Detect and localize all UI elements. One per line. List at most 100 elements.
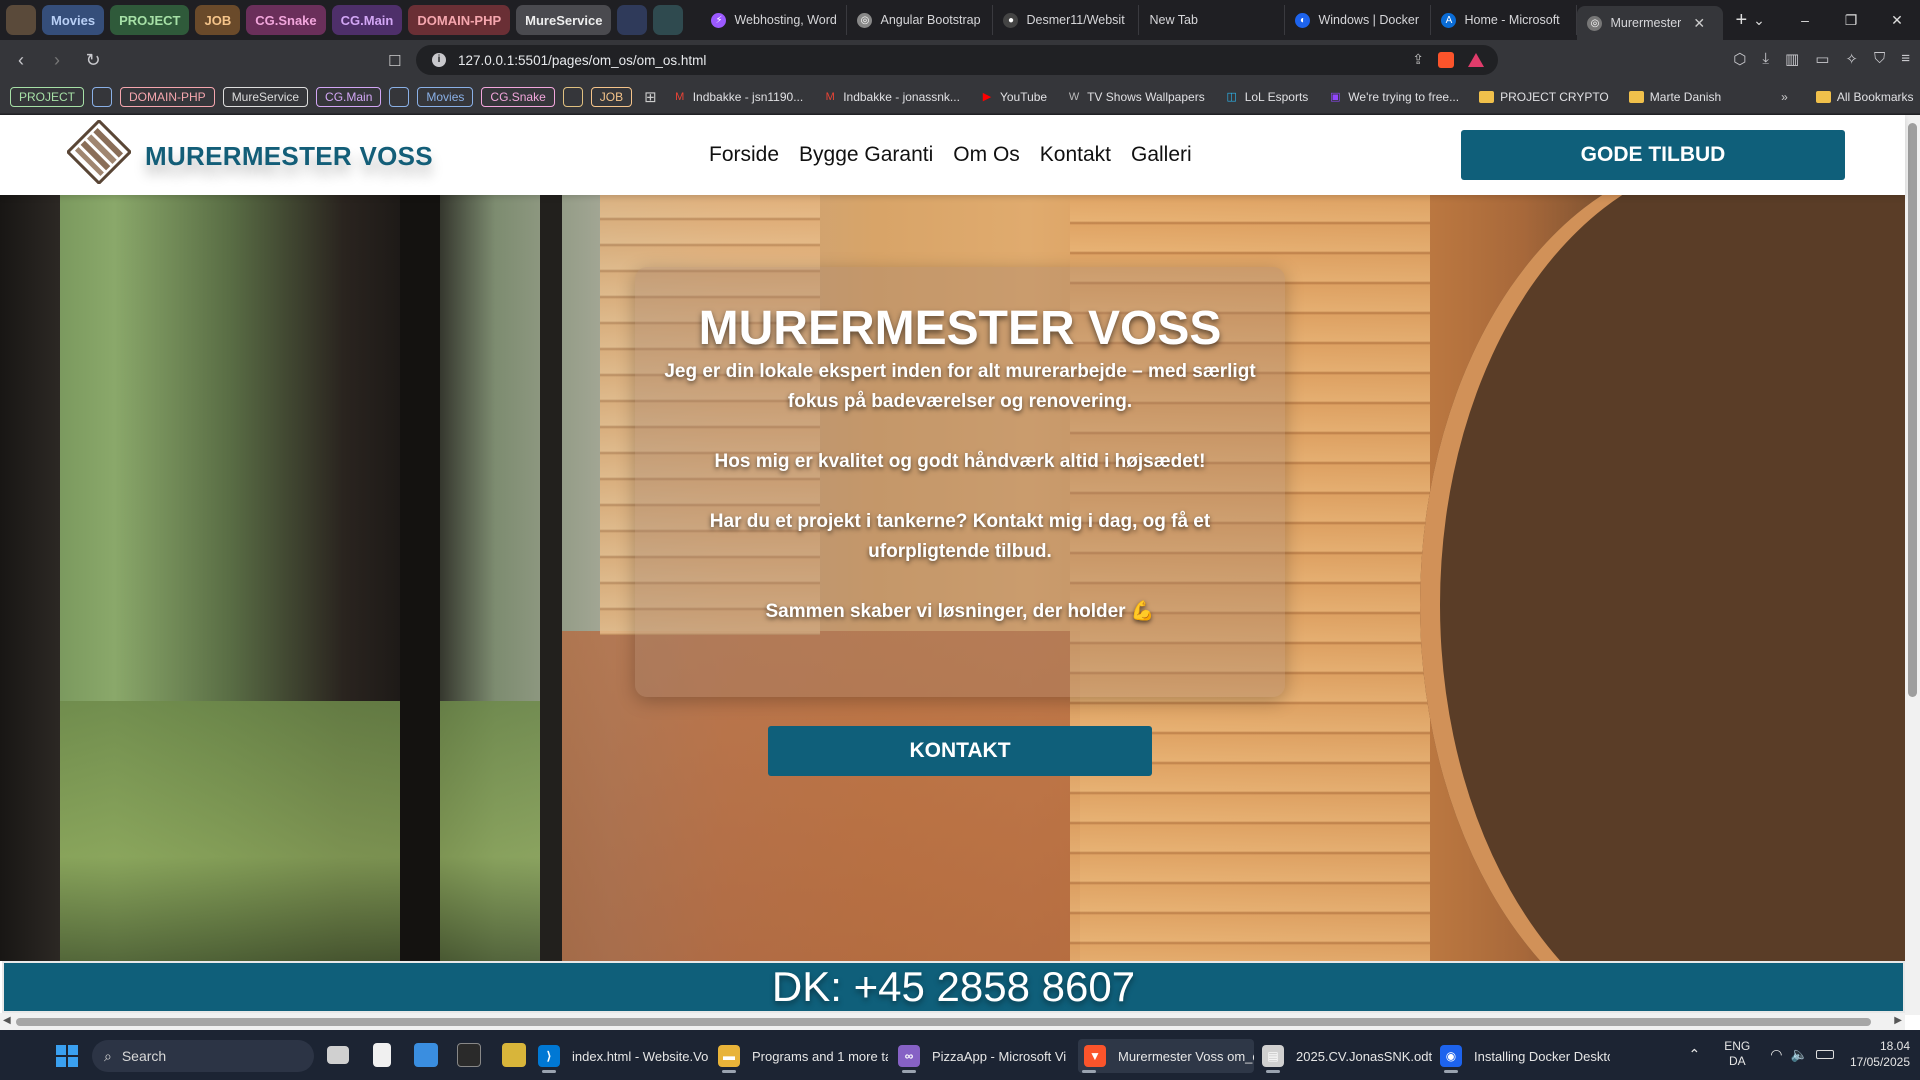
browser-tab[interactable]: ⚡ Webhosting, Word xyxy=(701,5,848,35)
bookmark-folder[interactable]: Marte Danish xyxy=(1628,90,1721,104)
bookmark-item[interactable]: ▶ YouTube xyxy=(980,90,1047,104)
clock-date: 17/05/2025 xyxy=(1849,1055,1910,1069)
volume-icon[interactable]: 🔈 xyxy=(1791,1046,1808,1063)
extensions-icon[interactable]: ⬡ xyxy=(1733,50,1746,68)
snipping-tool-icon[interactable] xyxy=(502,1043,526,1067)
taskbar-search[interactable]: ⌕ Search xyxy=(92,1040,314,1072)
minimize-button[interactable]: – xyxy=(1782,12,1828,28)
bookmark-favicon-icon: M xyxy=(675,90,685,103)
bookmark-group-chip[interactable] xyxy=(562,86,583,107)
all-bookmarks-folder[interactable]: All Bookmarks xyxy=(1815,90,1914,104)
bookmark-item[interactable]: ▣ We're trying to free... xyxy=(1328,90,1459,104)
bookmark-group-chip[interactable]: MureService xyxy=(222,86,309,107)
bookmark-group-chip[interactable]: PROJECT xyxy=(10,86,85,107)
bookmark-group-chip[interactable] xyxy=(389,86,410,107)
leo-ai-icon[interactable]: ✧ xyxy=(1845,50,1858,68)
taskbar-app[interactable]: ◉ Installing Docker Deskto xyxy=(1440,1039,1610,1073)
tab-group-chip[interactable]: MureService xyxy=(516,5,612,35)
tab-group-chip[interactable]: CG.Snake xyxy=(246,5,326,35)
show-hidden-icons-icon[interactable]: ⌃ xyxy=(1689,1046,1701,1063)
tab-group-chip[interactable] xyxy=(617,5,648,35)
bookmark-icon[interactable]: ☐ xyxy=(388,52,401,70)
apps-grid-icon[interactable]: ⊞ xyxy=(644,88,657,106)
reload-button[interactable]: ↻ xyxy=(78,50,108,71)
bookmarks-overflow-button[interactable]: » xyxy=(1781,90,1788,104)
brand-name[interactable]: MURERMESTER VOSS xyxy=(145,141,433,172)
scrollbar-thumb[interactable] xyxy=(1908,123,1917,697)
wifi-icon[interactable]: ◠ xyxy=(1770,1046,1782,1063)
forward-button[interactable]: › xyxy=(42,50,72,71)
task-view-icon[interactable] xyxy=(327,1046,349,1064)
close-window-button[interactable]: ✕ xyxy=(1874,12,1920,29)
windows-start-icon[interactable] xyxy=(56,1045,78,1067)
restore-button[interactable]: ❐ xyxy=(1828,12,1874,29)
offer-button[interactable]: GODE TILBUD xyxy=(1461,130,1845,180)
wallet-icon[interactable]: ▭ xyxy=(1815,50,1829,68)
bookmark-item[interactable]: ◫ LoL Esports xyxy=(1225,90,1309,104)
notepad-icon[interactable] xyxy=(373,1043,391,1067)
horizontal-scrollbar[interactable]: ◀ ▶ xyxy=(0,1013,1905,1030)
photos-icon[interactable] xyxy=(414,1043,438,1067)
battery-icon[interactable] xyxy=(1815,1049,1834,1059)
nav-link-om-os[interactable]: Om Os xyxy=(953,143,1020,167)
phone-number[interactable]: DK: +45 2858 8607 xyxy=(772,963,1135,1011)
tab-group-chip[interactable]: DOMAIN-PHP xyxy=(408,5,511,35)
brave-rewards-icon[interactable] xyxy=(1468,52,1484,67)
nav-link-forside[interactable]: Forside xyxy=(709,143,779,167)
bookmark-group-chip[interactable]: CG.Snake xyxy=(481,86,555,107)
scroll-left-arrow-icon[interactable]: ◀ xyxy=(3,1015,11,1026)
taskbar-app[interactable]: ▬ Programs and 1 more ta xyxy=(718,1039,888,1073)
taskbar-app[interactable]: ⟩ index.html - Website.Vo xyxy=(538,1039,708,1073)
bookmark-group-chip[interactable]: DOMAIN-PHP xyxy=(120,86,215,107)
window-controls: ⌄ – ❐ ✕ xyxy=(1736,0,1920,40)
browser-tab[interactable]: A Home - Microsoft xyxy=(1431,5,1578,35)
downloads-icon[interactable]: ⤓ xyxy=(1762,50,1769,68)
active-browser-tab[interactable]: ◎ Murermester ✕ xyxy=(1577,6,1724,40)
bookmark-group-chip[interactable]: JOB xyxy=(590,86,633,107)
browser-tab[interactable]: ● Desmer11/Websit xyxy=(993,5,1140,35)
bookmark-item[interactable]: M Indbakke - jonassnk... xyxy=(823,90,960,104)
nav-link-bygge-garanti[interactable]: Bygge Garanti xyxy=(799,143,933,167)
bookmark-folder[interactable]: PROJECT CRYPTO xyxy=(1479,90,1609,104)
tab-group-chip[interactable] xyxy=(653,5,684,35)
taskbar-app[interactable]: ∞ PizzaApp - Microsoft Vi xyxy=(898,1039,1068,1073)
running-indicator xyxy=(902,1070,916,1073)
bookmark-item[interactable]: W TV Shows Wallpapers xyxy=(1067,90,1205,104)
sidebar-icon[interactable]: ▥ xyxy=(1785,50,1799,68)
nav-link-kontakt[interactable]: Kontakt xyxy=(1040,143,1111,167)
vertical-scrollbar[interactable] xyxy=(1905,115,1920,1015)
tab-group-chip[interactable]: Movies xyxy=(42,5,105,35)
tab-group-chip[interactable]: JOB xyxy=(195,5,241,35)
browser-tab[interactable]: New Tab xyxy=(1139,5,1286,35)
bookmark-group-chip[interactable] xyxy=(92,86,113,107)
scroll-right-arrow-icon[interactable]: ▶ xyxy=(1894,1015,1902,1026)
address-bar[interactable]: i 127.0.0.1:5501/pages/om_os/om_os.html … xyxy=(416,45,1498,75)
taskbar-app[interactable]: ▼ Murermester Voss om_c xyxy=(1078,1039,1254,1073)
tab-group-chip[interactable]: CG.Main xyxy=(331,5,403,35)
brave-shields-icon[interactable] xyxy=(1438,51,1454,68)
language-indicator[interactable]: ENG DA xyxy=(1724,1039,1750,1069)
close-tab-icon[interactable]: ✕ xyxy=(1693,15,1705,32)
browser-tab[interactable]: ◎ Angular Bootstrap xyxy=(847,5,994,35)
scrollbar-thumb[interactable] xyxy=(16,1018,1871,1026)
url-text[interactable]: 127.0.0.1:5501/pages/om_os/om_os.html xyxy=(458,53,706,68)
tab-group-chip[interactable] xyxy=(6,5,36,35)
nav-link-galleri[interactable]: Galleri xyxy=(1131,143,1192,167)
bookmark-item[interactable]: M Indbakke - jsn1190... xyxy=(673,90,803,104)
tab-title: Angular Bootstrap xyxy=(880,13,981,27)
brick-logo-icon[interactable] xyxy=(67,120,131,184)
bookmark-group-chip[interactable]: Movies xyxy=(417,86,474,107)
tab-group-chip[interactable]: PROJECT xyxy=(110,5,190,35)
clock[interactable]: 18.04 17/05/2025 xyxy=(1850,1038,1910,1070)
site-info-icon[interactable]: i xyxy=(432,53,446,67)
browser-tab[interactable]: ◐ Windows | Docker xyxy=(1285,5,1432,35)
back-button[interactable]: ‹ xyxy=(6,50,36,71)
contact-button[interactable]: KONTAKT xyxy=(768,726,1152,776)
notion-icon[interactable] xyxy=(457,1043,481,1067)
vpn-icon[interactable]: ⛉ xyxy=(1874,50,1885,68)
menu-icon[interactable]: ≡ xyxy=(1901,50,1910,68)
share-icon[interactable]: ⇪ xyxy=(1412,51,1424,68)
taskbar-app[interactable]: ▤ 2025.CV.JonasSNK.odt - xyxy=(1262,1039,1432,1073)
tab-search-button[interactable]: ⌄ xyxy=(1736,12,1782,29)
bookmark-group-chip[interactable]: CG.Main xyxy=(316,86,382,107)
